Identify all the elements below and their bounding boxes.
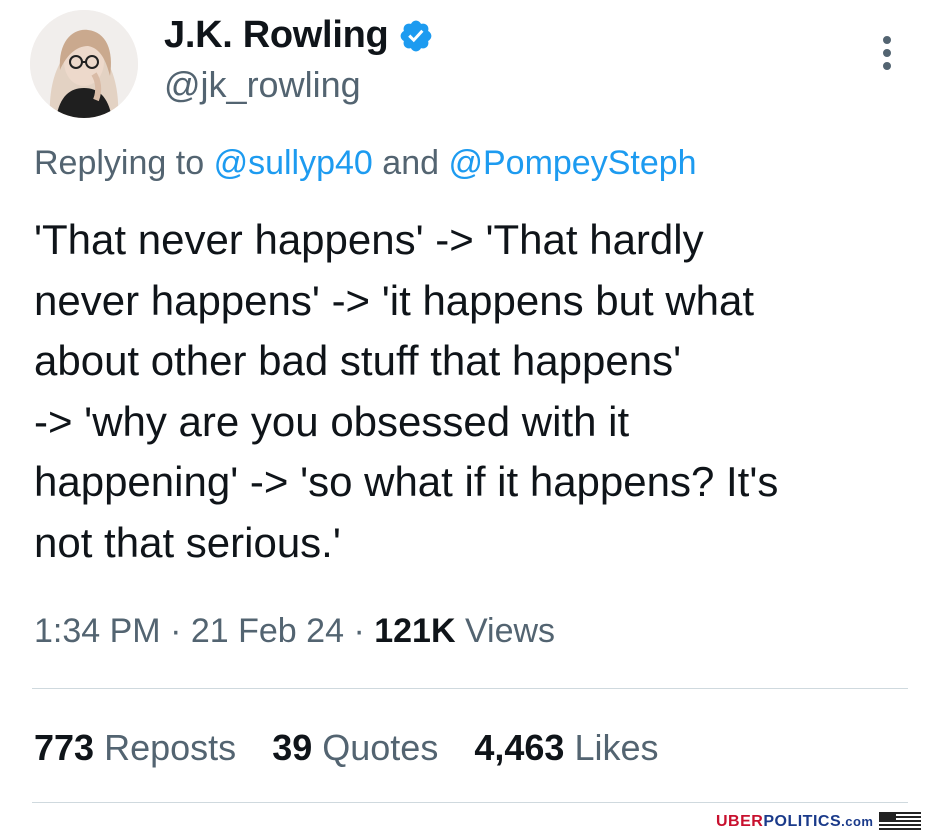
quotes-count: 39 <box>272 727 313 768</box>
reposts-count: 773 <box>34 727 95 768</box>
watermark-part-1: UBER <box>716 813 764 830</box>
divider <box>32 802 908 803</box>
views-count: 121K <box>374 612 456 650</box>
replying-prefix: Replying to <box>34 144 205 182</box>
watermark-part-3: .com <box>841 814 874 829</box>
engagement-stats: 773 Reposts 39 Quotes 4,463 Likes <box>34 727 685 769</box>
tweet-meta: 1:34 PM · 21 Feb 24 · 121K Views <box>34 612 555 651</box>
tweet-text: 'That never happens' -> 'That hardly nev… <box>34 216 779 566</box>
us-flag-icon <box>879 812 922 832</box>
site-watermark: UBERPOLITICS.com <box>716 812 922 832</box>
author-avatar[interactable] <box>30 10 138 118</box>
reposts-stat[interactable]: 773 Reposts <box>34 727 246 768</box>
mention-link-2[interactable]: @PompeySteph <box>448 144 696 182</box>
replying-to: Replying to @sullyp40 and @PompeySteph <box>34 144 697 183</box>
likes-stat[interactable]: 4,463 Likes <box>474 727 658 768</box>
quotes-label: Quotes <box>322 727 439 768</box>
views-label: Views <box>464 612 556 650</box>
author-name-row[interactable]: J.K. Rowling <box>164 14 434 57</box>
reposts-label: Reposts <box>104 727 237 768</box>
quotes-stat[interactable]: 39 Quotes <box>272 727 448 768</box>
replying-joiner: and <box>382 144 440 182</box>
verified-badge-icon <box>398 18 434 54</box>
tweet-time[interactable]: 1:34 PM <box>34 612 161 650</box>
meta-separator: · <box>353 612 375 650</box>
author-handle[interactable]: @jk_rowling <box>164 64 361 106</box>
author-display-name[interactable]: J.K. Rowling <box>164 14 389 57</box>
mention-link-1[interactable]: @sullyp40 <box>214 144 373 182</box>
tweet-date[interactable]: 21 Feb 24 <box>191 612 344 650</box>
likes-count: 4,463 <box>474 727 565 768</box>
likes-label: Likes <box>574 727 659 768</box>
avatar-portrait <box>30 10 138 118</box>
watermark-part-2: POLITICS <box>763 813 842 830</box>
divider <box>32 688 908 689</box>
more-vertical-icon[interactable] <box>876 36 898 72</box>
meta-separator: · <box>170 612 191 650</box>
